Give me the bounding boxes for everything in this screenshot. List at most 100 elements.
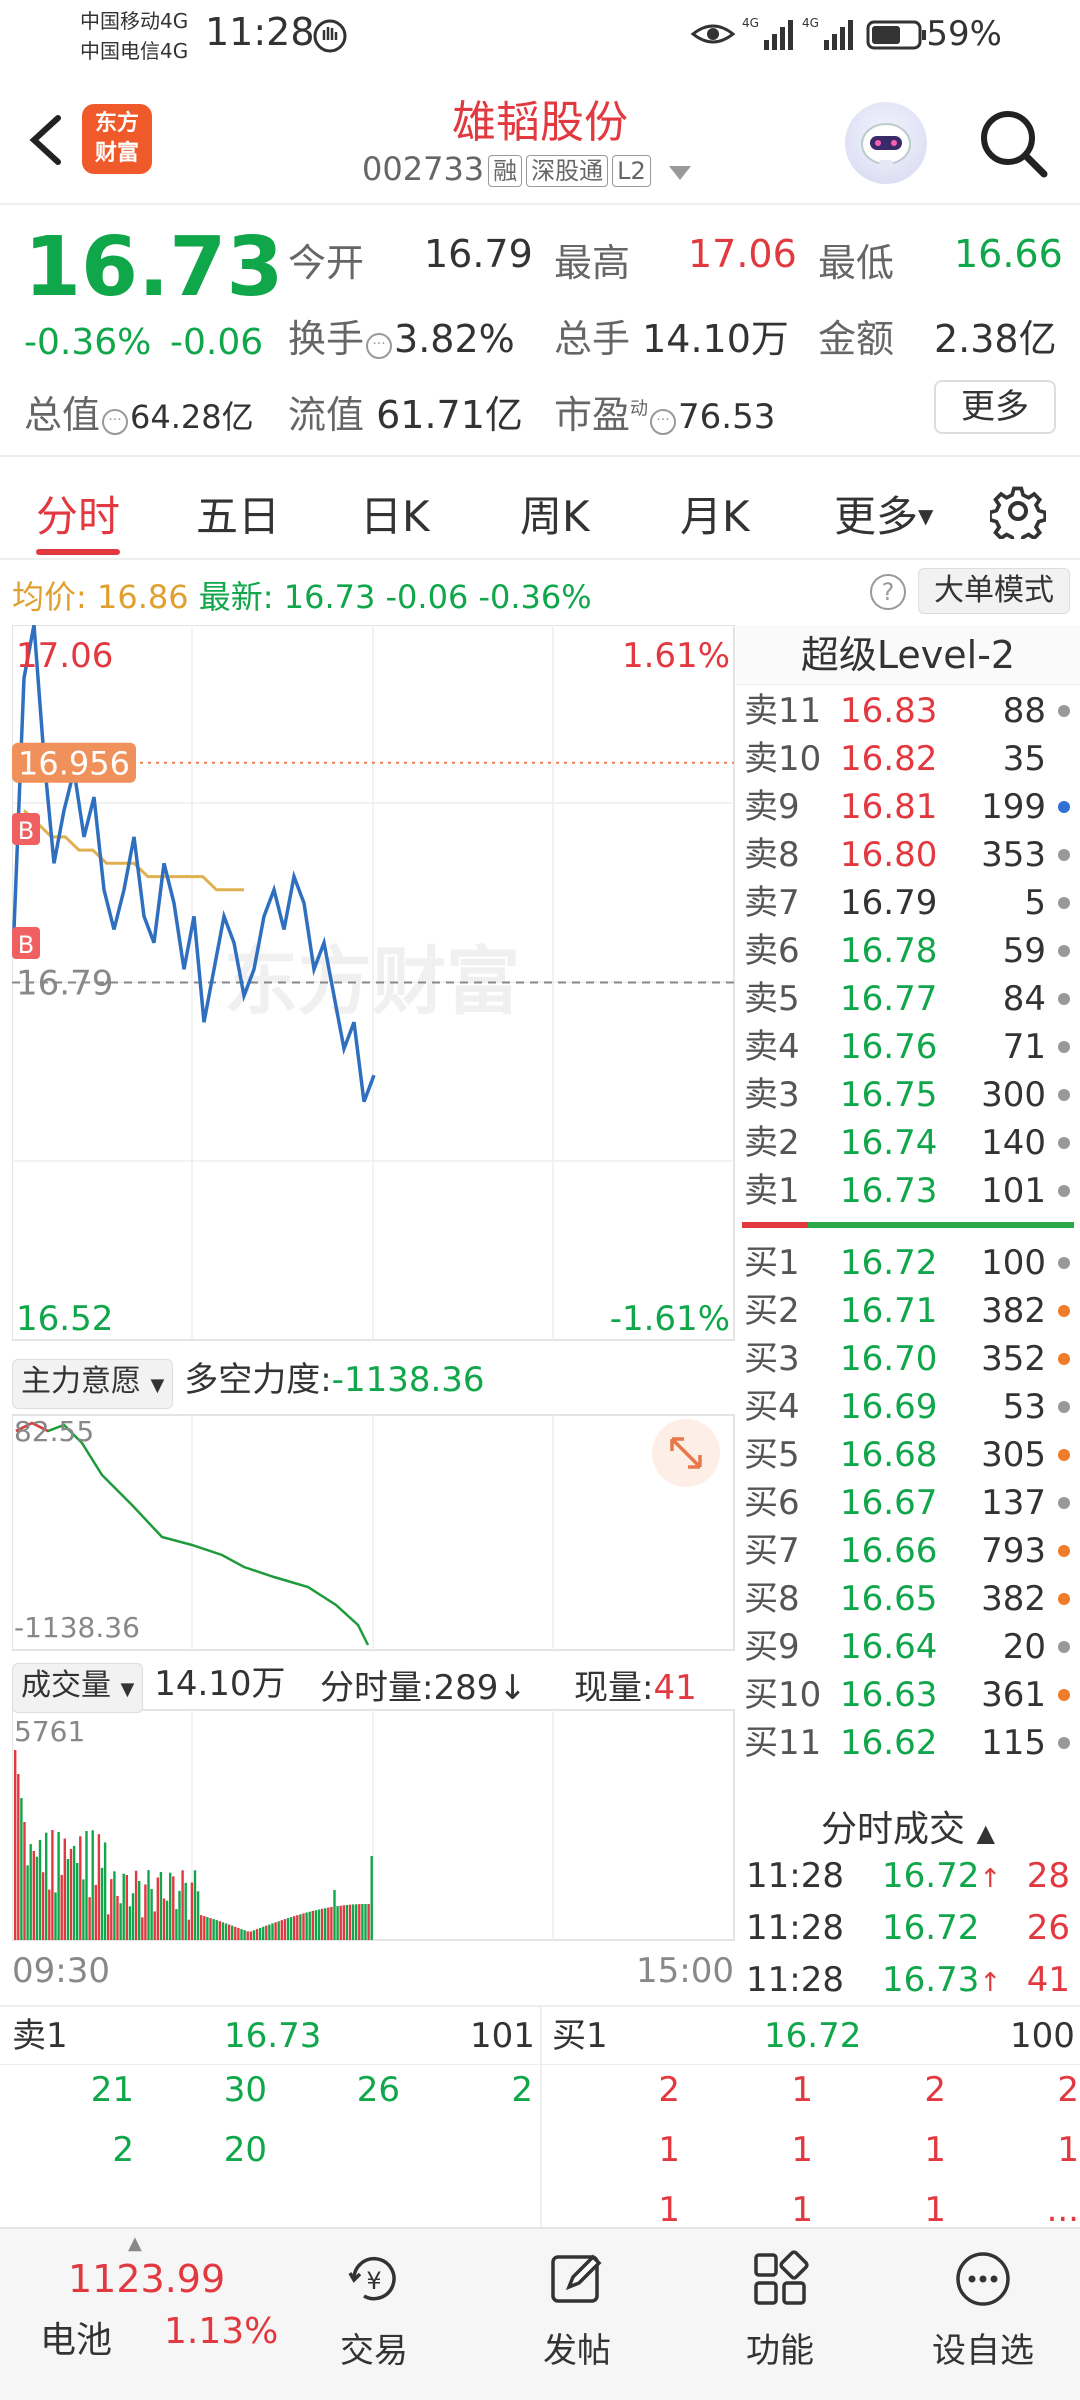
ask-row[interactable]: 卖4 16.76 71 <box>736 1023 1080 1071</box>
carrier-2: 中国电信4G <box>80 39 189 63</box>
clock: 11:28 <box>205 10 315 54</box>
tab-weekly-k[interactable]: 周K <box>520 483 590 544</box>
big-order-mode-button[interactable]: 大单模式 <box>918 568 1070 614</box>
ask-price: 16.81 <box>840 787 938 827</box>
nav-trade[interactable]: ¥ 交易 <box>294 2249 454 2372</box>
bid-row[interactable]: 买6 16.67 137 <box>736 1479 1080 1527</box>
ask-row[interactable]: 卖8 16.80 353 <box>736 831 1080 879</box>
volume-bar <box>227 1924 231 1940</box>
volume-bar <box>41 1872 45 1940</box>
volume-bar <box>243 1930 246 1940</box>
more-dots-circle-icon <box>956 2252 1010 2306</box>
queue-order-size: 1 <box>791 2070 813 2110</box>
battery-icon <box>866 20 926 50</box>
y-min-pct-label: -1.61% <box>610 1299 730 1339</box>
tab-more[interactable]: 更多▼ <box>834 483 933 544</box>
volume-bar <box>122 1873 125 1940</box>
bid-row[interactable]: 买2 16.71 382 <box>736 1287 1080 1335</box>
volume-bar <box>26 1865 29 1940</box>
order-flag-dot <box>1058 1089 1070 1101</box>
settings-gear-icon[interactable] <box>990 483 1046 539</box>
tab-intraday[interactable]: 分时 <box>36 483 120 544</box>
expand-icon[interactable] <box>652 1419 720 1487</box>
prev-close-label: 16.79 <box>16 964 113 1004</box>
volume-dropdown[interactable]: 成交量 ▼ <box>12 1663 144 1713</box>
volume-bar <box>14 1750 17 1940</box>
bid-row[interactable]: 买9 16.64 20 <box>736 1623 1080 1671</box>
turnover-row: 换手 ··· 3.82% <box>288 308 515 363</box>
buy-marker-1[interactable]: B <box>12 813 40 845</box>
volume-bar <box>51 1830 54 1940</box>
ask-row[interactable]: 卖10 16.82 35 <box>736 735 1080 783</box>
tab-five-day[interactable]: 五日 <box>196 483 280 544</box>
ask-level-label: 卖1 <box>744 1171 800 1211</box>
volume-bar <box>88 1897 91 1940</box>
volume-bar <box>234 1926 237 1940</box>
ask-row[interactable]: 卖9 16.81 199 <box>736 783 1080 831</box>
help-icon[interactable]: ? <box>870 574 906 610</box>
order-flag-dot <box>1058 1305 1070 1317</box>
ask-level-label: 卖4 <box>744 1027 800 1067</box>
intraday-chart[interactable]: 东方财富 17.06 1.61% 16.79 16.52 -1.61% 16.9… <box>12 625 736 1995</box>
order-flag-dot <box>1058 1545 1070 1557</box>
volume-bar <box>218 1921 221 1940</box>
y-max-label: 17.06 <box>16 636 113 676</box>
nav-add-watchlist[interactable]: 设自选 <box>903 2249 1063 2372</box>
bid-row[interactable]: 买1 16.72 100 <box>736 1239 1080 1287</box>
bid-row[interactable]: 买5 16.68 305 <box>736 1431 1080 1479</box>
volume-bar <box>156 1877 159 1940</box>
ticks-title[interactable]: 分时成交 ▲ <box>736 1800 1080 1852</box>
ask-price: 16.83 <box>840 691 938 731</box>
robot-assistant-icon[interactable] <box>845 102 927 184</box>
ask-row[interactable]: 卖1 16.73 101 <box>736 1167 1080 1215</box>
ask-price: 16.80 <box>840 835 938 875</box>
tab-monthly-k[interactable]: 月K <box>680 483 750 544</box>
ask-price: 16.79 <box>840 883 938 923</box>
stock-code-row[interactable]: 002733 融深股通 L2 <box>362 150 691 188</box>
volume-bar <box>283 1919 287 1940</box>
pe-label: 市盈 <box>554 393 631 437</box>
volume-bar <box>138 1881 141 1940</box>
order-flag-dot <box>1058 801 1070 813</box>
caret-up-small-icon: ▲ <box>128 2233 142 2254</box>
volume-bar <box>38 1839 42 1940</box>
volume-bar <box>280 1920 283 1940</box>
bid-level-label: 买4 <box>744 1387 800 1427</box>
nav-post[interactable]: 发帖 <box>497 2249 657 2372</box>
ask-row[interactable]: 卖6 16.78 59 <box>736 927 1080 975</box>
marker-price-badge: 16.956 <box>12 742 136 783</box>
ask-row[interactable]: 卖5 16.77 84 <box>736 975 1080 1023</box>
dropdown-caret-icon: ▼ <box>150 1375 165 1396</box>
nav-functions[interactable]: 功能 <box>700 2249 860 2372</box>
bid-row[interactable]: 买7 16.66 793 <box>736 1527 1080 1575</box>
bid-row[interactable]: 买3 16.70 352 <box>736 1335 1080 1383</box>
ask-row[interactable]: 卖2 16.74 140 <box>736 1119 1080 1167</box>
index-value[interactable]: 1123.99 <box>68 2257 225 2301</box>
volume-bar <box>289 1917 293 1940</box>
main-force-dropdown[interactable]: 主力意愿 ▼ <box>12 1359 174 1409</box>
ask-price: 16.82 <box>840 739 938 779</box>
index-pct[interactable]: 1.13% <box>164 2311 278 2352</box>
bid-row[interactable]: 买8 16.65 382 <box>736 1575 1080 1623</box>
ask-row[interactable]: 卖3 16.75 300 <box>736 1071 1080 1119</box>
bid-row[interactable]: 买4 16.69 53 <box>736 1383 1080 1431</box>
order-book-title[interactable]: 超级Level-2 <box>736 625 1080 685</box>
ask-row[interactable]: 卖7 16.79 5 <box>736 879 1080 927</box>
volume-bar <box>364 1904 367 1940</box>
tab-daily-k[interactable]: 日K <box>360 483 430 544</box>
bid-price: 16.71 <box>840 1291 938 1331</box>
volume-bar <box>355 1904 358 1940</box>
time-end-label: 15:00 <box>636 1951 734 1991</box>
buy-marker-2[interactable]: B <box>12 927 40 959</box>
more-button[interactable]: 更多 <box>934 380 1056 434</box>
bid-row[interactable]: 买10 16.63 361 <box>736 1671 1080 1719</box>
ask-row[interactable]: 卖11 16.83 88 <box>736 687 1080 735</box>
volume-bar <box>296 1915 299 1940</box>
order-book: 超级Level-2 卖11 16.83 88 卖10 16.82 35 卖9 16.81 199… <box>736 625 1080 1795</box>
dropdown-caret-icon: ▼ <box>120 1679 135 1700</box>
search-icon[interactable] <box>976 106 1052 182</box>
bid-row[interactable]: 买11 16.62 115 <box>736 1719 1080 1767</box>
power-top-label: 82.55 <box>14 1415 94 1448</box>
index-name[interactable]: 电池 <box>40 2311 112 2363</box>
bid-price: 16.65 <box>840 1579 938 1619</box>
